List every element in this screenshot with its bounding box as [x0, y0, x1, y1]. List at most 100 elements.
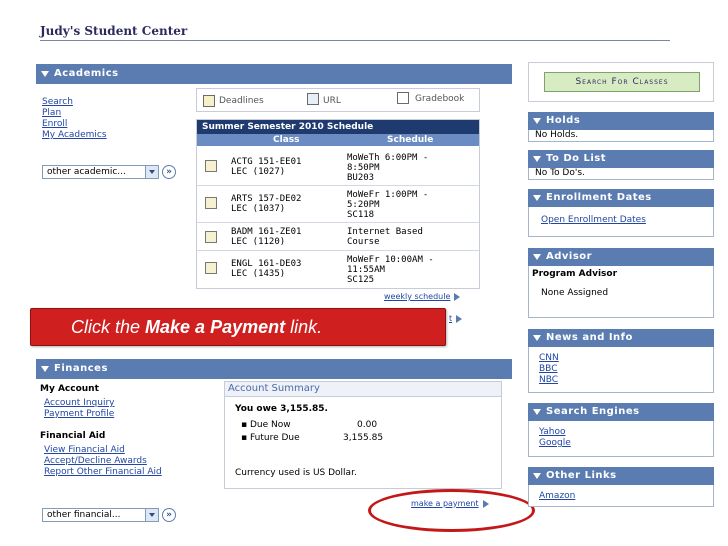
other-links-header[interactable]: Other Links [528, 467, 714, 485]
due-now-label: Due Now [249, 420, 291, 430]
shopping-cart-link-wrap[interactable]: t [449, 314, 463, 324]
arrow-right-icon [456, 314, 463, 323]
enrollment-header[interactable]: Enrollment Dates [528, 189, 714, 207]
row-sched-line1: MoWeFr 1:00PM - [347, 190, 429, 200]
accept-decline-awards-link[interactable]: Accept/Decline Awards [44, 456, 162, 467]
view-financial-aid-link[interactable]: View Financial Aid [44, 445, 162, 456]
enrollment-body: Open Enrollment Dates [528, 207, 714, 237]
finances-go-button[interactable]: » [162, 508, 176, 522]
column-schedule: Schedule [387, 135, 434, 145]
schedule-columns: Class Schedule [197, 134, 479, 146]
academics-header-label: Academics [54, 68, 119, 79]
collapse-triangle-icon[interactable] [41, 366, 49, 372]
finances-header[interactable]: Finances [36, 359, 512, 379]
weekly-schedule-link[interactable]: weekly schedule [384, 292, 450, 301]
collapse-triangle-icon[interactable] [533, 156, 541, 162]
row-sched-line1: MoWeTh 6:00PM - [347, 153, 429, 163]
search-for-classes-button[interactable]: Search For Classes [544, 72, 700, 92]
amazon-link[interactable]: Amazon [539, 491, 713, 502]
yahoo-link[interactable]: Yahoo [539, 427, 713, 438]
nbc-link[interactable]: NBC [539, 375, 713, 386]
academics-select[interactable]: other academic... [42, 165, 159, 179]
row-sched-line2: 5:20PM [347, 200, 380, 210]
gradebook-icon [397, 92, 409, 104]
callout-bold: Make a Payment [145, 317, 286, 337]
collapse-triangle-icon[interactable] [41, 71, 49, 77]
column-class: Class [273, 135, 300, 145]
academics-link-plan[interactable]: Plan [42, 108, 107, 119]
open-enrollment-dates-link[interactable]: Open Enrollment Dates [541, 215, 713, 226]
my-account-links: Account Inquiry Payment Profile [44, 398, 115, 420]
arrow-right-icon [454, 292, 461, 301]
account-summary-box: Account Summary You owe 3,155.85. ▪ Due … [224, 381, 502, 489]
collapse-triangle-icon[interactable] [533, 118, 541, 124]
tab-url[interactable]: URL [323, 96, 341, 106]
holds-header-label: Holds [546, 115, 581, 126]
academics-link-my-academics[interactable]: My Academics [42, 130, 107, 141]
academics-select-value: other academic... [47, 167, 126, 177]
news-header[interactable]: News and Info [528, 329, 714, 347]
table-row: BADM 161-ZE01 LEC (1120) Internet Based Co… [197, 223, 479, 251]
bullet-icon: ▪ [241, 433, 248, 443]
class-detail-icon[interactable] [205, 262, 217, 274]
payment-profile-link[interactable]: Payment Profile [44, 409, 115, 420]
advisor-body: Program Advisor None Assigned [528, 266, 714, 318]
academics-tab-strip: Deadlines URL Gradebook [196, 88, 480, 112]
future-due-row: ▪ Future Due 3,155.85 [241, 433, 391, 443]
collapse-triangle-icon[interactable] [533, 409, 541, 415]
news-header-label: News and Info [546, 332, 633, 343]
bullet-icon: ▪ [241, 420, 248, 430]
row-sched-line1: Internet Based [347, 227, 423, 237]
todo-header[interactable]: To Do List [528, 150, 714, 168]
shopping-cart-link[interactable]: t [449, 314, 452, 323]
collapse-triangle-icon[interactable] [533, 473, 541, 479]
cnn-link[interactable]: CNN [539, 353, 713, 364]
search-engines-header[interactable]: Search Engines [528, 403, 714, 421]
academics-link-search[interactable]: Search [42, 97, 107, 108]
dropdown-arrow-icon[interactable] [145, 509, 158, 521]
google-link[interactable]: Google [539, 438, 713, 449]
academics-go-button[interactable]: » [162, 165, 176, 179]
row-class-line2: LEC (1037) [231, 204, 286, 214]
weekly-schedule-link-wrap[interactable]: weekly schedule [384, 292, 461, 302]
currency-note: Currency used is US Dollar. [235, 468, 357, 478]
table-row: ENGL 161-DE03 LEC (1435) MoWeFr 10:00AM -… [197, 251, 479, 288]
search-engines-body: Yahoo Google [528, 421, 714, 457]
bbc-link[interactable]: BBC [539, 364, 713, 375]
table-row: ACTG 151-EE01 LEC (1027) MoWeTh 6:00PM -8… [197, 149, 479, 186]
account-inquiry-link[interactable]: Account Inquiry [44, 398, 115, 409]
holds-body: No Holds. [528, 130, 714, 142]
page-title: Judy's Student Center [40, 24, 188, 38]
tab-gradebook[interactable]: Gradebook [415, 94, 464, 104]
program-advisor-label: Program Advisor [532, 269, 618, 279]
future-due-amount: 3,155.85 [343, 433, 384, 443]
holds-header[interactable]: Holds [528, 112, 714, 130]
collapse-triangle-icon[interactable] [533, 195, 541, 201]
url-icon [307, 93, 319, 105]
other-links-header-label: Other Links [546, 470, 617, 481]
class-detail-icon[interactable] [205, 160, 217, 172]
tab-deadlines[interactable]: Deadlines [219, 96, 264, 106]
class-detail-icon[interactable] [205, 197, 217, 209]
advisor-header-label: Advisor [546, 251, 593, 262]
due-now-row: ▪ Due Now 0.00 [241, 420, 391, 430]
advisor-header[interactable]: Advisor [528, 248, 714, 266]
enrollment-header-label: Enrollment Dates [546, 192, 652, 203]
account-summary-title: Account Summary [225, 382, 501, 397]
report-other-aid-link[interactable]: Report Other Financial Aid [44, 467, 162, 478]
collapse-triangle-icon[interactable] [533, 254, 541, 260]
row-sched-line3: BU203 [347, 173, 375, 183]
finances-select[interactable]: other financial... [42, 508, 159, 522]
dropdown-arrow-icon[interactable] [145, 166, 158, 178]
academics-link-enroll[interactable]: Enroll [42, 119, 107, 130]
todo-header-label: To Do List [546, 153, 607, 164]
class-detail-icon[interactable] [205, 231, 217, 243]
collapse-triangle-icon[interactable] [533, 335, 541, 341]
academics-header[interactable]: Academics [36, 64, 512, 84]
row-class-line1: ARTS 157-DE02 [231, 194, 302, 204]
other-links-body: Amazon [528, 485, 714, 507]
highlight-ellipse [368, 489, 535, 532]
row-class-line1: BADM 161-ZE01 [231, 227, 302, 237]
future-due-label: Future Due [249, 433, 300, 443]
row-sched-line2: 11:55AM [347, 265, 385, 275]
